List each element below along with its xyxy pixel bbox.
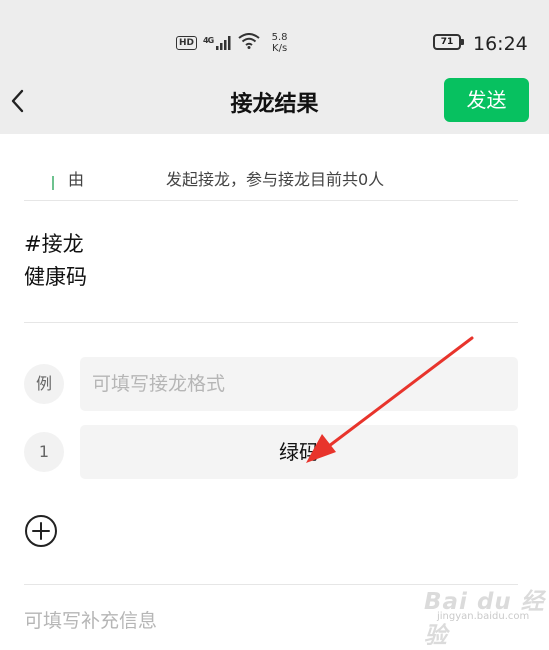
divider bbox=[24, 322, 518, 323]
format-input[interactable]: 可填写接龙格式 bbox=[80, 357, 518, 411]
hd-icon: HD bbox=[176, 36, 198, 50]
top-bar: HD 4G 5.8 K/s 71 16:24 接龙结果 发送 bbox=[0, 0, 549, 134]
baidu-watermark-url: jingyan.baidu.com bbox=[437, 611, 530, 622]
network-type: 4G bbox=[203, 36, 214, 45]
topic-subject: 健康码 bbox=[24, 265, 87, 289]
plus-circle-icon bbox=[25, 515, 57, 547]
relay-topic[interactable]: #接龙 健康码 bbox=[24, 228, 87, 294]
supplement-input[interactable]: 可填写补充信息 bbox=[24, 606, 157, 633]
battery-icon: 71 bbox=[433, 34, 464, 50]
divider bbox=[24, 200, 518, 201]
signal-icon: 4G bbox=[203, 36, 232, 50]
speed-unit: K/s bbox=[272, 43, 288, 54]
network-speed: 5.8 K/s bbox=[272, 32, 288, 54]
relay-info: 由 发起接龙，参与接龙目前共0人 bbox=[0, 134, 549, 214]
example-badge: 例 bbox=[24, 364, 64, 404]
topic-hashtag: #接龙 bbox=[24, 232, 84, 256]
by-label: 由 bbox=[68, 170, 85, 189]
wifi-icon bbox=[238, 33, 260, 53]
status-bar: HD 4G 5.8 K/s 71 16:24 bbox=[0, 0, 549, 78]
entry-input[interactable]: 绿码 bbox=[80, 425, 518, 479]
participation-summary: 发起接龙，参与接龙目前共0人 bbox=[166, 170, 385, 189]
speed-value: 5.8 bbox=[271, 32, 288, 43]
entry-number-badge: 1 bbox=[24, 432, 64, 472]
initiator-avatar bbox=[52, 176, 54, 190]
send-button[interactable]: 发送 bbox=[444, 78, 529, 122]
format-placeholder: 可填写接龙格式 bbox=[92, 373, 226, 395]
status-icons: HD 4G 5.8 K/s bbox=[176, 30, 288, 56]
status-time: 16:24 bbox=[473, 33, 528, 55]
entry-value: 绿码 bbox=[279, 440, 319, 464]
add-entry-button[interactable] bbox=[24, 514, 58, 548]
battery-level: 71 bbox=[440, 37, 454, 47]
